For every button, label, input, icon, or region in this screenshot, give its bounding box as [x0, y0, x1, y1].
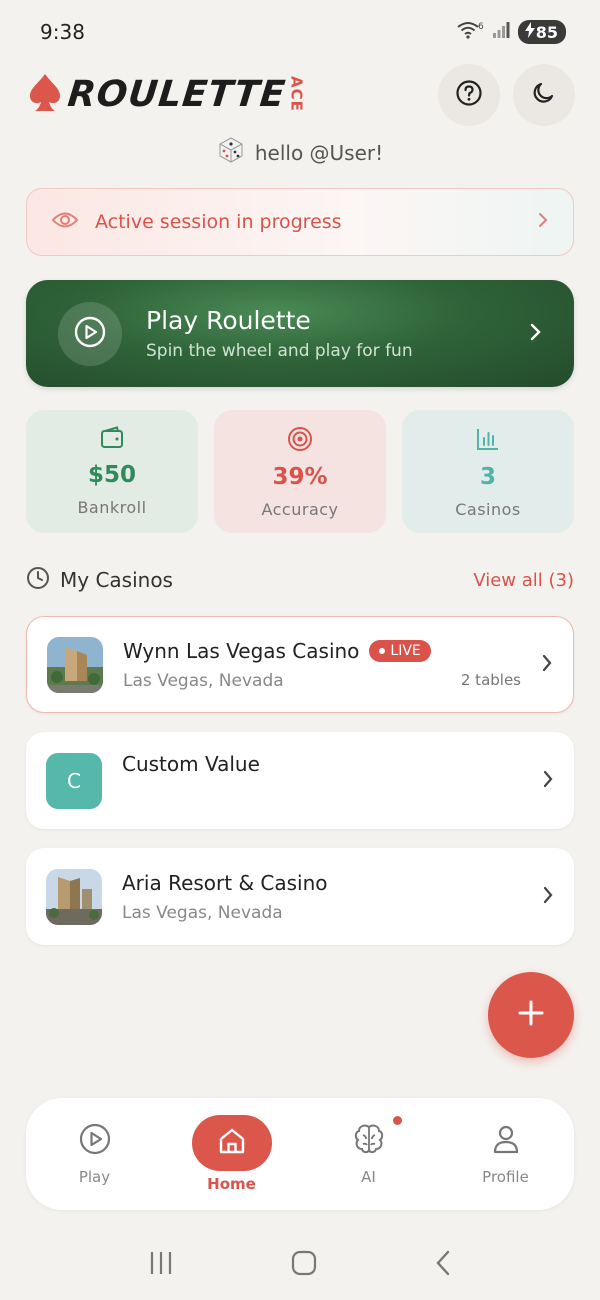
wallet-icon: [99, 426, 125, 454]
home-system-button[interactable]: [290, 1249, 318, 1281]
greeting-text: hello @User!: [254, 140, 384, 165]
wifi-badge: 6: [478, 22, 484, 32]
casino-name: Aria Resort & Casino: [122, 870, 328, 895]
bar-chart-icon: [475, 426, 501, 456]
casino-info: Wynn Las Vegas Casino LIVE Las Vegas, Ne…: [123, 639, 527, 691]
casino-card-aria[interactable]: Aria Resort & Casino Las Vegas, Nevada: [26, 848, 574, 945]
casino-name-row: Wynn Las Vegas Casino LIVE: [123, 639, 527, 663]
chevron-right-icon: [537, 211, 549, 233]
wifi-icon: [456, 21, 480, 43]
casino-card-custom[interactable]: C Custom Value: [26, 732, 574, 829]
casino-initial-avatar: C: [46, 752, 102, 809]
charging-icon: [524, 22, 536, 42]
view-all-link[interactable]: View all (3): [473, 570, 574, 591]
system-navigation-bar: [0, 1240, 600, 1290]
clock-icon: [26, 566, 50, 594]
logo-accent: ACE: [287, 76, 306, 112]
status-time: 9:38: [40, 20, 85, 44]
play-circle-icon: [78, 1122, 112, 1160]
active-session-banner[interactable]: Active session in progress: [26, 188, 574, 256]
casino-name: Custom Value: [122, 752, 260, 776]
casino-thumbnail: [47, 636, 103, 693]
nav-label: AI: [361, 1168, 376, 1186]
stats-row: $50 Bankroll 39% Accuracy 3 Casinos: [26, 410, 574, 533]
casino-info: Custom Value: [122, 752, 528, 776]
stat-label: Casinos: [455, 500, 521, 519]
section-title: My Casinos: [60, 568, 173, 592]
my-casinos-header: My Casinos View all (3): [26, 566, 574, 594]
help-button[interactable]: [438, 64, 500, 126]
brain-icon: [352, 1122, 386, 1160]
chevron-right-icon: [528, 321, 542, 347]
recent-apps-button[interactable]: [147, 1250, 175, 1280]
casino-sub-row: Las Vegas, Nevada 2 tables: [123, 671, 527, 691]
stat-accuracy[interactable]: 39% Accuracy: [214, 410, 386, 533]
nav-label: Home: [207, 1175, 256, 1193]
stat-label: Bankroll: [77, 498, 147, 517]
stat-value: $50: [87, 462, 136, 488]
nav-profile[interactable]: Profile: [451, 1122, 561, 1186]
status-bar: 9:38 6 85: [0, 0, 600, 64]
chevron-right-icon: [542, 885, 554, 909]
eye-icon: [51, 209, 79, 235]
stat-value: 39%: [272, 464, 328, 490]
greeting: hello @User!: [0, 136, 600, 169]
battery-indicator: 85: [517, 20, 566, 44]
nav-play[interactable]: Play: [40, 1122, 150, 1186]
stat-bankroll[interactable]: $50 Bankroll: [26, 410, 198, 533]
chevron-right-icon: [542, 769, 554, 793]
app-header: ROULETTE ACE: [0, 64, 600, 130]
app-logo: ROULETTE ACE: [28, 72, 306, 116]
casino-location: Las Vegas, Nevada: [122, 902, 283, 923]
nav-home[interactable]: Home: [177, 1115, 287, 1193]
home-active-pill: [191, 1115, 272, 1171]
stat-value: 3: [479, 464, 496, 490]
play-card-texts: Play Roulette Spin the wheel and play fo…: [146, 306, 528, 361]
battery-level: 85: [535, 22, 558, 42]
plus-icon: [516, 998, 546, 1032]
target-icon: [287, 426, 313, 456]
stat-label: Accuracy: [261, 500, 339, 519]
casino-name: Wynn Las Vegas Casino: [123, 638, 360, 663]
stat-casinos[interactable]: 3 Casinos: [402, 410, 574, 533]
session-banner-text: Active session in progress: [95, 211, 342, 233]
bottom-navigation: Play Home AI Profile: [26, 1098, 574, 1210]
home-icon: [217, 1126, 247, 1160]
nav-label: Play: [78, 1168, 111, 1186]
logo-text: ROULETTE: [65, 73, 288, 115]
theme-toggle-button[interactable]: [513, 64, 575, 126]
casino-initial: C: [67, 768, 81, 793]
moon-icon: [530, 79, 558, 111]
casino-location: Las Vegas, Nevada: [123, 670, 284, 691]
live-badge-text: LIVE: [390, 642, 421, 659]
live-badge: LIVE: [369, 639, 431, 662]
status-icons: 6 85: [456, 20, 566, 44]
chevron-right-icon: [541, 653, 553, 677]
casino-sub-row: Las Vegas, Nevada: [122, 903, 528, 923]
play-card-subtitle: Spin the wheel and play for fun: [146, 341, 413, 361]
casino-card-wynn[interactable]: Wynn Las Vegas Casino LIVE Las Vegas, Ne…: [26, 616, 574, 713]
spade-icon: [28, 72, 62, 116]
live-dot-icon: [379, 647, 386, 654]
casino-thumbnail: [46, 868, 102, 925]
dice-icon: [217, 136, 245, 169]
casino-table-count: 2 tables: [460, 670, 521, 689]
nav-ai[interactable]: AI: [314, 1116, 424, 1186]
nav-label: Profile: [482, 1168, 529, 1186]
play-roulette-card[interactable]: Play Roulette Spin the wheel and play fo…: [26, 280, 574, 387]
play-icon-container: [58, 301, 122, 366]
casino-info: Aria Resort & Casino Las Vegas, Nevada: [122, 871, 528, 923]
user-icon: [489, 1122, 523, 1160]
signal-icon: [492, 22, 510, 42]
back-button[interactable]: [433, 1249, 453, 1281]
notification-dot: [392, 1116, 402, 1125]
play-circle-icon: [73, 315, 107, 353]
add-casino-button[interactable]: [488, 972, 574, 1058]
question-circle-icon: [455, 79, 483, 111]
play-card-title: Play Roulette: [146, 306, 311, 335]
